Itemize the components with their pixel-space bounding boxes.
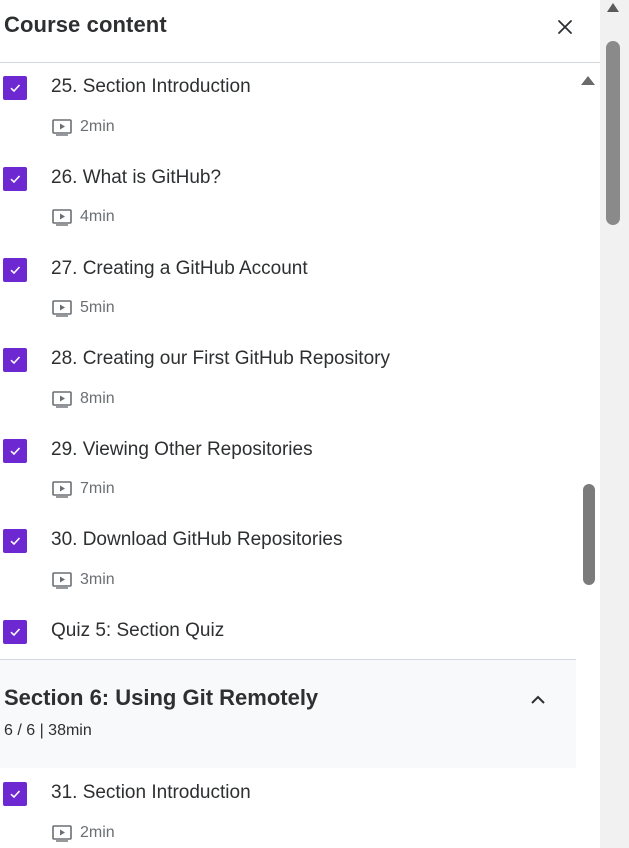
lecture-title[interactable]: 25. Section Introduction <box>51 76 251 98</box>
video-play-icon <box>52 118 72 136</box>
close-icon <box>558 20 572 34</box>
check-icon <box>10 537 21 546</box>
inner-scrollbar-thumb[interactable] <box>583 484 595 585</box>
lecture-title[interactable]: 31. Section Introduction <box>51 782 251 804</box>
completed-checkbox[interactable] <box>3 620 27 644</box>
lecture-duration: 7min <box>80 480 115 497</box>
completed-checkbox[interactable] <box>3 782 27 806</box>
lecture-meta: 7min <box>52 480 115 498</box>
lecture-title[interactable]: 26. What is GitHub? <box>51 167 221 189</box>
chevron-up-icon <box>531 695 545 704</box>
check-icon <box>10 447 21 456</box>
scroll-up-arrow-icon <box>581 76 595 85</box>
lecture-meta: 3min <box>52 571 115 589</box>
lecture-duration: 4min <box>80 208 115 225</box>
completed-checkbox[interactable] <box>3 439 27 463</box>
video-play-icon <box>52 390 72 408</box>
check-icon <box>10 790 21 799</box>
close-button[interactable] <box>552 14 578 40</box>
lecture-duration: 5min <box>80 299 115 316</box>
lecture-title[interactable]: 28. Creating our First GitHub Repository <box>51 348 390 370</box>
check-icon <box>10 356 21 365</box>
completed-checkbox[interactable] <box>3 167 27 191</box>
outer-scrollbar-thumb[interactable] <box>606 41 620 225</box>
section-title[interactable]: Section 6: Using Git Remotely <box>4 685 318 711</box>
section-progress: 6 / 6 | 38min <box>4 722 92 739</box>
video-play-icon <box>52 299 72 317</box>
lecture-meta: 2min <box>52 824 115 842</box>
check-icon <box>10 266 21 275</box>
quiz-title[interactable]: Quiz 5: Section Quiz <box>51 620 224 642</box>
section-collapse-button[interactable] <box>526 688 550 712</box>
check-icon <box>10 628 21 637</box>
video-play-icon <box>52 480 72 498</box>
panel-title: Course content <box>4 12 167 37</box>
lecture-duration: 2min <box>80 118 115 135</box>
video-play-icon <box>52 208 72 226</box>
lecture-duration: 3min <box>80 571 115 588</box>
lecture-meta: 4min <box>52 208 115 226</box>
check-icon <box>10 175 21 184</box>
inner-scroll-up-button[interactable] <box>579 73 597 92</box>
lecture-title[interactable]: 27. Creating a GitHub Account <box>51 258 308 280</box>
lecture-meta: 2min <box>52 118 115 136</box>
completed-checkbox[interactable] <box>3 348 27 372</box>
lecture-meta: 8min <box>52 390 115 408</box>
video-play-icon <box>52 571 72 589</box>
lecture-title[interactable]: 29. Viewing Other Repositories <box>51 439 313 461</box>
completed-checkbox[interactable] <box>3 258 27 282</box>
completed-checkbox[interactable] <box>3 529 27 553</box>
section-header[interactable]: Section 6: Using Git Remotely 6 / 6 | 38… <box>0 659 576 768</box>
lecture-duration: 2min <box>80 824 115 841</box>
lecture-meta: 5min <box>52 299 115 317</box>
check-icon <box>10 84 21 93</box>
panel-header: Course content <box>0 0 600 63</box>
video-play-icon <box>52 824 72 842</box>
lecture-duration: 8min <box>80 390 115 407</box>
lecture-title[interactable]: 30. Download GitHub Repositories <box>51 529 343 551</box>
scroll-up-arrow-icon <box>607 3 619 12</box>
outer-scroll-up-button[interactable] <box>605 0 621 19</box>
completed-checkbox[interactable] <box>3 76 27 100</box>
